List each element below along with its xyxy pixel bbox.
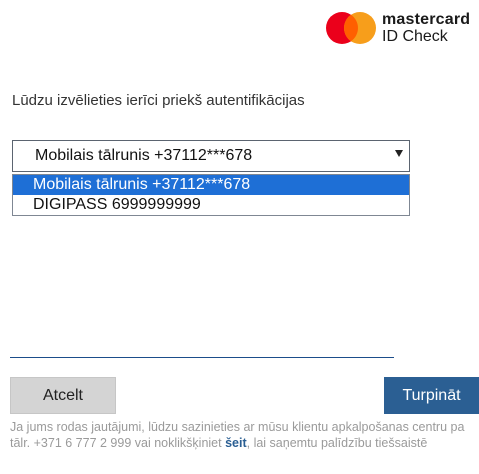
help-text-after: , lai saņemtu palīdzību tiešsaistē <box>246 436 428 450</box>
device-options-list: Mobilais tālrunis +37112***678 DIGIPASS … <box>12 174 410 216</box>
brand-name: mastercard <box>382 11 471 28</box>
divider <box>10 357 394 358</box>
device-select-value: Mobilais tālrunis +37112***678 <box>35 147 253 164</box>
help-link[interactable]: šeit <box>225 436 247 450</box>
device-option-mobile[interactable]: Mobilais tālrunis +37112***678 <box>13 175 409 195</box>
mastercard-id-check-brand: mastercard ID Check <box>325 8 475 50</box>
continue-button[interactable]: Turpināt <box>384 377 479 414</box>
device-option-digipass[interactable]: DIGIPASS 6999999999 <box>13 195 409 215</box>
help-text: Ja jums rodas jautājumi, lūdzu sazinieti… <box>10 419 479 451</box>
dropdown-arrow-icon <box>395 150 403 157</box>
brand-subtitle: ID Check <box>382 28 448 45</box>
cancel-button[interactable]: Atcelt <box>10 377 116 414</box>
device-select[interactable]: Mobilais tālrunis +37112***678 <box>12 140 410 172</box>
mastercard-circles-icon <box>326 12 376 44</box>
device-prompt: Lūdzu izvēlieties ierīci priekš autentif… <box>12 92 305 109</box>
